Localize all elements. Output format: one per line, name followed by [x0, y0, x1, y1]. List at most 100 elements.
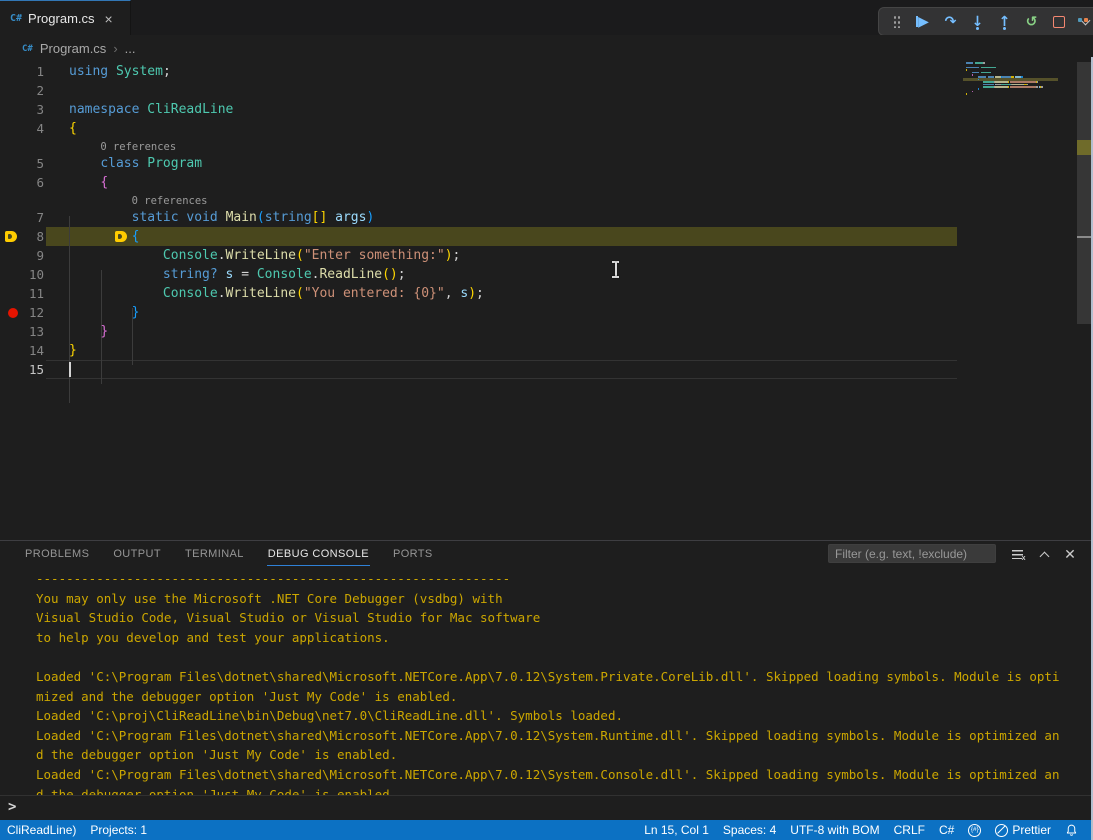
status-label: CRLF	[894, 823, 925, 837]
console-prompt-chevron[interactable]: >	[8, 799, 16, 815]
token: .	[218, 248, 226, 263]
restart-button[interactable]: ↺	[1021, 11, 1042, 32]
minimap-line	[981, 72, 991, 74]
step-out-button[interactable]: ↑	[994, 11, 1015, 32]
status-bar: CliReadLine)Projects: 1 Ln 15, Col 1Spac…	[0, 820, 1093, 840]
panel-tab-terminal[interactable]: TERMINAL	[184, 543, 245, 565]
minimap-line	[1041, 86, 1042, 88]
status-item-debug-target[interactable]: CliReadLine)	[0, 820, 83, 840]
token: }	[100, 324, 108, 339]
code-text: }	[69, 341, 77, 360]
minimap[interactable]	[960, 62, 1075, 122]
status-item-projects-count[interactable]: Projects: 1	[83, 820, 154, 840]
token	[218, 267, 226, 282]
panel-tab-problems[interactable]: PROBLEMS	[24, 543, 90, 565]
step-dot-glyph	[976, 27, 979, 30]
tab-close-icon[interactable]: ×	[105, 11, 113, 27]
restart-icon: ↺	[1026, 14, 1038, 30]
token: class	[100, 156, 139, 171]
panel-tab-output[interactable]: OUTPUT	[112, 543, 162, 565]
continue-button[interactable]: ▶	[913, 11, 934, 32]
token: "Enter something:"	[304, 248, 445, 263]
line-number-6[interactable]: 6	[0, 173, 44, 192]
tab-label: Program.cs	[28, 11, 94, 26]
status-item-encoding[interactable]: UTF-8 with BOM	[783, 820, 886, 840]
debug-dot-icon	[1084, 18, 1088, 22]
token: CliReadLine	[147, 102, 233, 117]
line-number-2[interactable]: 2	[0, 81, 44, 100]
token: string	[265, 210, 312, 225]
breadcrumb-file[interactable]: Program.cs	[40, 41, 106, 56]
minimap-line	[983, 86, 993, 88]
minimap-line	[1037, 81, 1038, 83]
token: Main	[226, 210, 257, 225]
line-number-12[interactable]: 12	[0, 303, 44, 322]
line-number-5[interactable]: 5	[0, 154, 44, 173]
code-text: {	[69, 173, 108, 192]
code-text: class Program	[69, 154, 202, 173]
status-item-indentation[interactable]: Spaces: 4	[716, 820, 783, 840]
line-number-13[interactable]: 13	[0, 322, 44, 341]
bell-icon	[1065, 823, 1078, 837]
token: static	[132, 210, 179, 225]
line-number-7[interactable]: 7	[0, 208, 44, 227]
token: namespace	[69, 102, 139, 117]
panel-tab-debug-console[interactable]: DEBUG CONSOLE	[267, 543, 370, 566]
bottom-panel: PROBLEMS OUTPUT TERMINAL DEBUG CONSOLE PORTS…	[0, 540, 1093, 820]
stop-button[interactable]	[1048, 11, 1069, 32]
token: Program	[147, 156, 202, 171]
editor-scrollbar[interactable]	[1077, 62, 1091, 324]
token: (	[296, 286, 304, 301]
status-item-language-mode[interactable]: C#	[932, 820, 961, 840]
status-item-notifications[interactable]	[1058, 820, 1085, 840]
breadcrumb-symbol[interactable]: ...	[125, 41, 136, 56]
token: ReadLine	[319, 267, 382, 282]
token: )	[445, 248, 453, 263]
code-text: {	[69, 227, 139, 246]
console-line: to help you develop and test your applic…	[36, 628, 390, 648]
line-number-3[interactable]: 3	[0, 100, 44, 119]
codelens-references[interactable]: 0 references	[100, 139, 176, 155]
status-item-cursor-position[interactable]: Ln 15, Col 1	[637, 820, 716, 840]
token	[69, 267, 163, 282]
code-line-1: 1using System;	[0, 62, 1077, 81]
console-line: Loaded 'C:\Program Files\dotnet\shared\M…	[36, 667, 1060, 687]
debug-current-line-highlight	[46, 227, 957, 246]
console-filter-input[interactable]	[828, 544, 996, 563]
console-line: Loaded 'C:\Program Files\dotnet\shared\M…	[36, 765, 1060, 785]
clear-console-icon[interactable]: x	[1009, 546, 1025, 562]
panel-tab-ports[interactable]: PORTS	[392, 543, 434, 565]
close-panel-icon[interactable]: ✕	[1062, 546, 1078, 562]
tab-program-cs[interactable]: C# Program.cs ×	[0, 0, 131, 36]
token: =	[233, 267, 256, 282]
prettier-icon	[995, 824, 1008, 837]
line-number-9[interactable]: 9	[0, 246, 44, 265]
status-item-csdevkit-status[interactable]: {#}	[961, 820, 988, 840]
csdevkit-icon: {#}	[968, 824, 981, 837]
status-item-eol-indicator[interactable]: CRLF	[887, 820, 932, 840]
step-over-button[interactable]: ↷	[940, 11, 961, 32]
editor-actions-icon[interactable]	[1078, 18, 1088, 22]
token: WriteLine	[226, 248, 296, 263]
token: "You entered: {0}"	[304, 286, 445, 301]
console-line: d the debugger option 'Just My Code' is …	[36, 745, 397, 765]
minimap-line	[995, 86, 1008, 88]
line-number-4[interactable]: 4	[0, 119, 44, 138]
code-editor[interactable]: 1using System;23 namespace CliReadLine 4 {0…	[0, 62, 1077, 540]
token	[69, 175, 100, 190]
stop-square-glyph	[1053, 16, 1065, 28]
token: {	[132, 229, 140, 244]
gripper-icon[interactable]	[886, 11, 907, 32]
line-number-1[interactable]: 1	[0, 62, 44, 81]
gripper-dots	[893, 15, 901, 28]
line-number-11[interactable]: 11	[0, 284, 44, 303]
line-number-15[interactable]: 15	[0, 360, 44, 379]
step-into-button[interactable]: ↓	[967, 11, 988, 32]
debug-console-output[interactable]: ----------------------------------------…	[0, 567, 1091, 795]
line-number-10[interactable]: 10	[0, 265, 44, 284]
line-number-14[interactable]: 14	[0, 341, 44, 360]
maximize-panel-icon[interactable]	[1036, 546, 1052, 562]
codelens-references[interactable]: 0 references	[132, 193, 208, 209]
breakpoint-icon[interactable]	[8, 308, 18, 318]
status-item-formatter-status[interactable]: Prettier	[988, 820, 1058, 840]
